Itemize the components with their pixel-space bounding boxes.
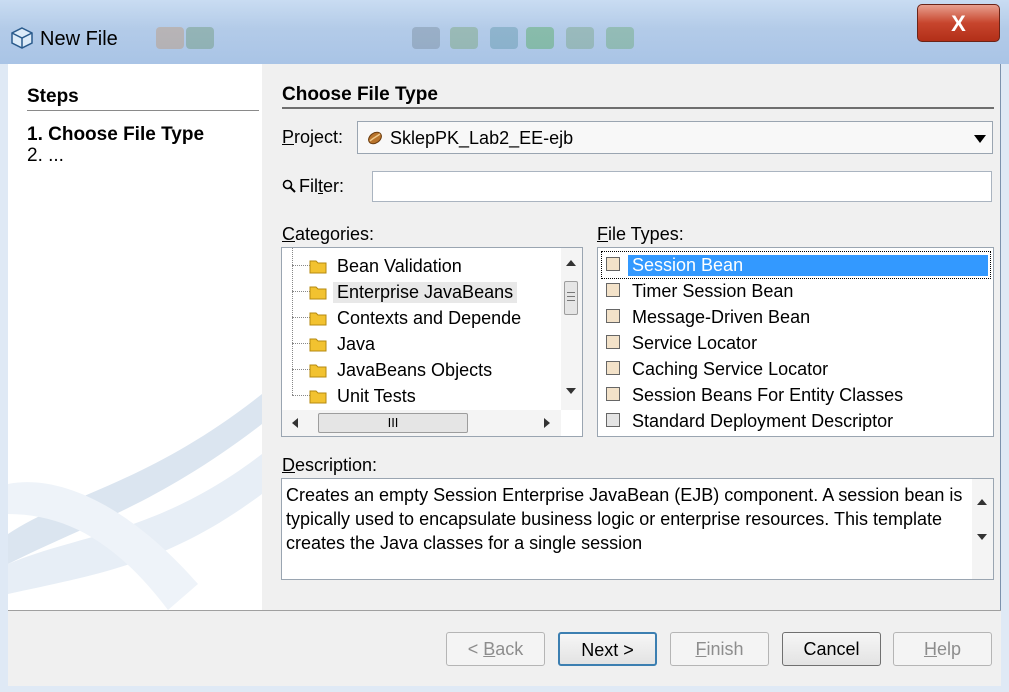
cancel-button[interactable]: Cancel	[782, 632, 881, 666]
search-icon	[282, 179, 296, 193]
bean-file-icon	[606, 283, 620, 297]
description-vscrollbar[interactable]	[972, 479, 993, 579]
bean-file-icon	[606, 309, 620, 323]
netbeans-cube-icon	[11, 27, 33, 49]
finish-button[interactable]: Finish	[670, 632, 769, 666]
title-bar: New File X	[0, 0, 1009, 64]
project-value: SklepPK_Lab2_EE-ejb	[390, 128, 574, 148]
folder-icon	[309, 338, 327, 352]
bean-project-icon	[368, 131, 382, 145]
bean-file-icon	[606, 387, 620, 401]
project-label: Project:	[282, 127, 344, 147]
step-1: 1. Choose File Type	[27, 124, 205, 145]
filter-label: Filter:	[282, 176, 344, 197]
steps-heading: Steps	[27, 86, 79, 107]
ghost-toolbar-icon	[490, 27, 518, 49]
scroll-up-icon[interactable]	[977, 499, 987, 505]
ghost-toolbar-icon	[450, 27, 478, 49]
description-text: Creates an empty Session Enterprise Java…	[286, 485, 963, 553]
list-item-service-locator[interactable]: Service Locator	[602, 330, 990, 356]
scroll-down-icon[interactable]	[977, 534, 987, 540]
tree-item-contexts[interactable]: Contexts and Depende	[282, 291, 552, 331]
ghost-toolbar-icon	[566, 27, 594, 49]
hscroll-thumb[interactable]: III	[318, 413, 468, 433]
list-item-session-bean[interactable]: Session Bean	[601, 251, 991, 279]
bean-file-icon	[606, 335, 620, 349]
folder-icon	[309, 312, 327, 326]
ghost-toolbar-icon	[526, 27, 554, 49]
ghost-toolbar-icon	[156, 27, 184, 49]
categories-label: Categories:	[282, 224, 375, 244]
description-textarea[interactable]: Creates an empty Session Enterprise Java…	[281, 478, 994, 580]
folder-icon	[309, 390, 327, 404]
back-button[interactable]: < Back	[446, 632, 545, 666]
help-button[interactable]: Help	[893, 632, 992, 666]
folder-icon	[309, 286, 327, 300]
list-item-caching-service-locator[interactable]: Caching Service Locator	[602, 356, 990, 382]
list-item-message-driven-bean[interactable]: Message-Driven Bean	[602, 304, 990, 330]
descriptor-file-icon	[606, 413, 620, 427]
tree-item-unit-tests[interactable]: Unit Tests	[282, 369, 552, 409]
scroll-up-icon[interactable]	[566, 260, 576, 266]
step-2: 2. ...	[27, 145, 64, 166]
categories-hscrollbar[interactable]: III	[282, 410, 561, 436]
tree-item-java[interactable]: Java	[282, 317, 552, 357]
tree-item-enterprise-javabeans[interactable]: Enterprise JavaBeans	[282, 265, 552, 305]
page-title: Choose File Type	[282, 84, 438, 105]
ghost-toolbar-icon	[186, 27, 214, 49]
scroll-thumb[interactable]	[564, 281, 578, 315]
tree-item-bean-validation[interactable]: Bean Validation	[282, 248, 552, 279]
window-title: New File	[40, 28, 118, 50]
close-label: X	[951, 11, 966, 36]
categories-vscrollbar[interactable]	[561, 248, 582, 410]
scroll-down-icon[interactable]	[566, 388, 576, 394]
folder-icon	[309, 364, 327, 378]
close-button[interactable]: X	[917, 4, 1000, 42]
filter-input[interactable]	[372, 171, 992, 202]
list-item-session-beans-entity[interactable]: Session Beans For Entity Classes	[602, 382, 990, 408]
title-divider	[282, 107, 994, 109]
next-button[interactable]: Next >	[558, 632, 657, 666]
chevron-down-icon[interactable]	[974, 135, 986, 143]
steps-panel: Steps 1. Choose File Type 2. ...	[8, 64, 262, 610]
file-types-list[interactable]: Session Bean Timer Session Bean Message-…	[597, 247, 994, 437]
list-item-deployment-descriptor[interactable]: Standard Deployment Descriptor	[602, 408, 990, 434]
description-label: Description:	[282, 455, 378, 475]
bean-file-icon	[606, 257, 620, 271]
folder-icon	[309, 260, 327, 274]
list-item-timer-session-bean[interactable]: Timer Session Bean	[602, 278, 990, 304]
scroll-right-icon[interactable]	[544, 418, 550, 428]
scroll-left-icon[interactable]	[292, 418, 298, 428]
ghost-toolbar-icon	[606, 27, 634, 49]
project-combobox[interactable]: SklepPK_Lab2_EE-ejb	[357, 121, 993, 154]
bean-file-icon	[606, 361, 620, 375]
steps-divider	[27, 110, 259, 111]
ghost-toolbar-icon	[412, 27, 440, 49]
categories-tree[interactable]: Bean Validation Enterprise JavaBeans Con…	[281, 247, 583, 437]
file-types-label: File Types:	[597, 224, 684, 244]
tree-item-javabeans-objects[interactable]: JavaBeans Objects	[282, 343, 552, 383]
